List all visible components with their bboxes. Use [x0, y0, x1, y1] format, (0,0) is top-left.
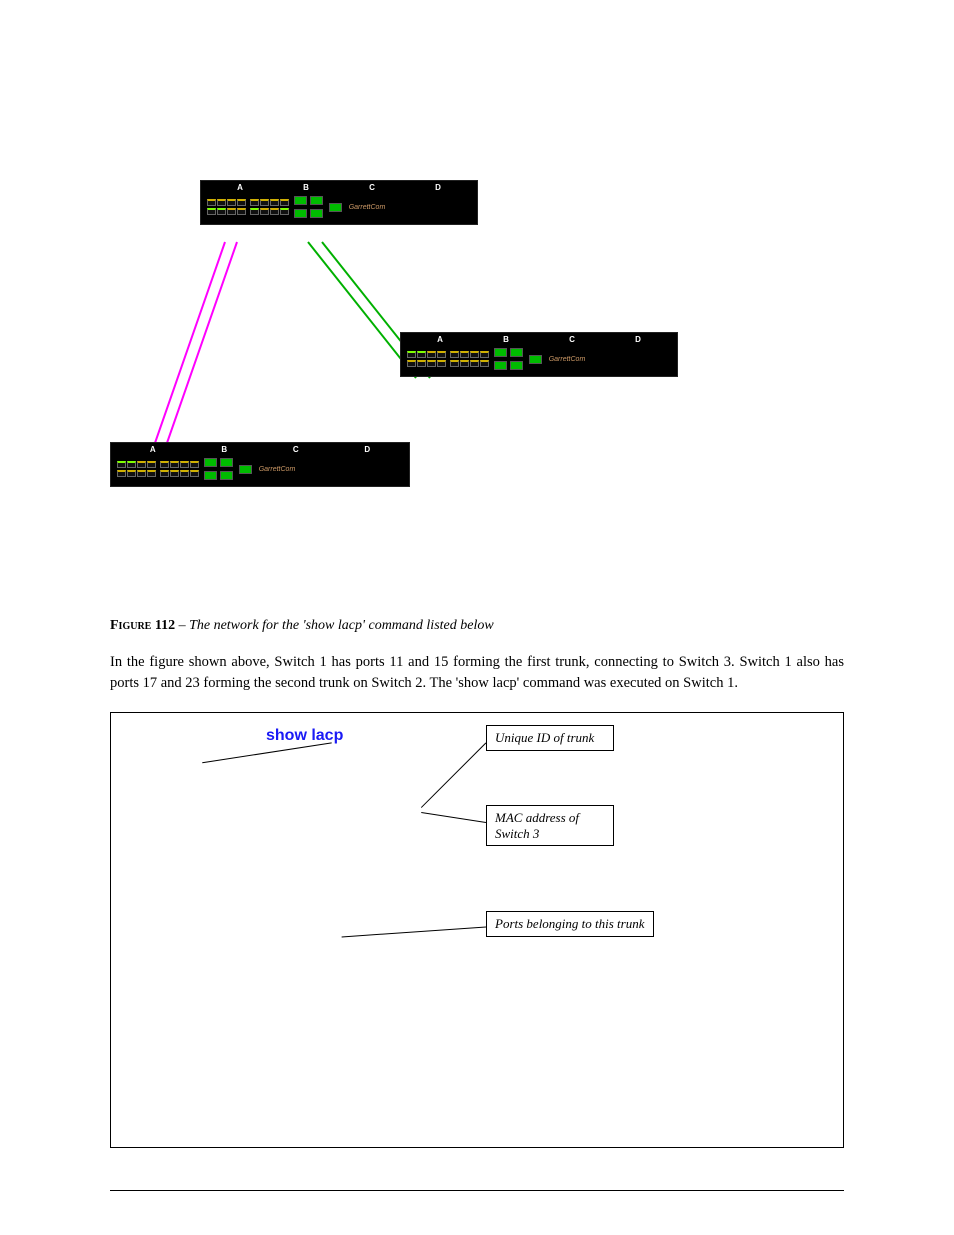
brand-logo: GarrettCom: [347, 204, 387, 211]
network-figure: ABCD GarrettCom ABCD GarrettCom ABCD: [110, 180, 844, 590]
annotation-lines: [111, 713, 843, 1147]
callout-mac: MAC address of Switch 3: [486, 805, 614, 846]
caption-label: Figure 112: [110, 618, 175, 633]
switch-2: ABCD GarrettCom: [400, 332, 678, 377]
callout-ports: Ports belonging to this trunk: [486, 911, 654, 937]
switch-3: ABCD GarrettCom: [110, 442, 410, 487]
caption-text: The network for the 'show lacp' command …: [189, 618, 494, 633]
cable-wires: [110, 180, 844, 590]
annotation-box: show lacp Unique ID of trunk MAC address…: [110, 712, 844, 1148]
switch-1: ABCD GarrettCom: [200, 180, 478, 225]
footer-rule: [110, 1190, 844, 1191]
body-paragraph: In the figure shown above, Switch 1 has …: [110, 652, 844, 694]
page: ABCD GarrettCom ABCD GarrettCom ABCD: [0, 0, 954, 1235]
callout-unique-id: Unique ID of trunk: [486, 725, 614, 751]
figure-caption: Figure 112 – The network for the 'show l…: [110, 618, 844, 634]
